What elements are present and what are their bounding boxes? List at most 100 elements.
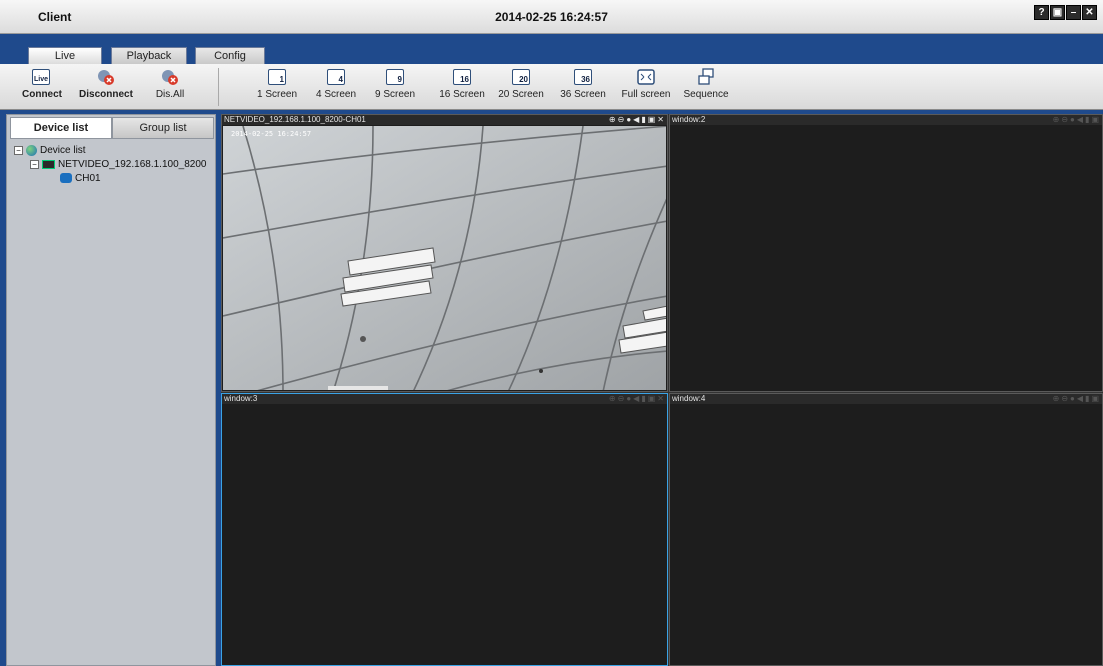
video-pane-1-title: NETVIDEO_192.168.1.100_8200-CH01 <box>224 115 366 124</box>
video-pane-1-header: NETVIDEO_192.168.1.100_8200-CH01 <box>222 115 667 125</box>
one-screen-button[interactable]: 1 1 Screen <box>254 68 300 100</box>
camera-icon <box>60 173 72 183</box>
video-pane-4-title: window:4 <box>672 394 706 403</box>
video-pane-3[interactable]: window:3 ⊕ ⊖ ● ◀ ▮ ▣ ✕ <box>221 393 668 666</box>
nine-screen-label: 9 Screen <box>374 89 416 100</box>
snapshot-icon[interactable]: ▣ <box>648 115 656 125</box>
video-pane-2-title: window:2 <box>672 115 706 124</box>
video-grid: NETVIDEO_192.168.1.100_8200-CH01 ⊕ ⊖ ● ◀… <box>221 114 1103 666</box>
video-pane-1[interactable]: NETVIDEO_192.168.1.100_8200-CH01 ⊕ ⊖ ● ◀… <box>221 114 668 392</box>
tab-config[interactable]: Config <box>195 47 265 64</box>
zoom-in-icon[interactable]: ⊕ <box>1053 115 1060 125</box>
speaker-icon[interactable]: ◀ <box>1077 115 1083 125</box>
video-pane-4-header: window:4 <box>670 394 1102 404</box>
sequence-label: Sequence <box>683 89 729 100</box>
fullscreen-label: Full screen <box>621 89 671 100</box>
device-panel: Device list Group list − Device list − N… <box>6 114 216 666</box>
twenty-screen-label: 20 Screen <box>498 89 544 100</box>
fullscreen-button[interactable]: Full screen <box>620 68 672 100</box>
video-pane-3-title: window:3 <box>224 394 258 403</box>
disconnect-all-icon <box>161 68 179 86</box>
video-pane-4[interactable]: window:4 ⊕ ⊖ ● ◀ ▮ ▣ <box>669 393 1103 666</box>
tree-device[interactable]: − NETVIDEO_192.168.1.100_8200 <box>10 157 214 171</box>
toolbar: Live Connect Disconnect Dis.All 1 1 Scre… <box>0 64 1103 110</box>
close-icon[interactable]: ✕ <box>657 115 664 125</box>
globe-icon <box>26 144 37 156</box>
main-tab-bar: Live Playback Config <box>0 34 1103 64</box>
zoom-in-icon[interactable]: ⊕ <box>609 115 616 125</box>
live-icon: Live <box>32 68 50 86</box>
tree-root[interactable]: − Device list <box>10 143 214 157</box>
video-pane-3-header: window:3 <box>222 394 667 404</box>
microphone-icon[interactable]: ● <box>626 115 631 125</box>
tab-device-list[interactable]: Device list <box>10 117 112 139</box>
close-icon[interactable]: ✕ <box>1082 5 1097 20</box>
video-pane-2-header: window:2 <box>670 115 1102 125</box>
toolbar-divider <box>218 68 219 106</box>
sequence-icon <box>697 68 715 86</box>
zoom-out-icon[interactable]: ⊖ <box>1061 115 1068 125</box>
disconnect-icon <box>97 68 115 86</box>
twenty-screen-icon: 20 <box>512 68 530 86</box>
microphone-icon[interactable]: ● <box>1070 115 1075 125</box>
video-pane-1-controls: ⊕ ⊖ ● ◀ ▮ ▣ ✕ <box>609 115 664 125</box>
tree-channel[interactable]: CH01 <box>10 171 214 185</box>
video-pane-2-controls: ⊕ ⊖ ● ◀ ▮ ▣ <box>1053 115 1099 125</box>
speaker-icon[interactable]: ◀ <box>633 115 639 125</box>
four-screen-button[interactable]: 4 4 Screen <box>313 68 359 100</box>
tab-live[interactable]: Live <box>28 47 102 64</box>
close-icon[interactable]: ✕ <box>657 394 664 404</box>
collapse-icon[interactable]: − <box>14 145 23 155</box>
sixteen-screen-button[interactable]: 16 16 Screen <box>437 68 487 100</box>
video-pane-2[interactable]: window:2 ⊕ ⊖ ● ◀ ▮ ▣ <box>669 114 1103 392</box>
snapshot-icon[interactable]: ▣ <box>1091 115 1099 125</box>
tree-root-label: Device list <box>40 144 86 156</box>
disconnect-all-button[interactable]: Dis.All <box>152 68 188 100</box>
lock-icon[interactable]: ▣ <box>1050 5 1065 20</box>
record-icon[interactable]: ▮ <box>641 115 645 125</box>
zoom-out-icon[interactable]: ⊖ <box>618 394 625 404</box>
record-icon[interactable]: ▮ <box>641 394 645 404</box>
collapse-icon[interactable]: − <box>30 159 39 169</box>
thirtysix-screen-label: 36 Screen <box>560 89 606 100</box>
sequence-button[interactable]: Sequence <box>683 68 729 100</box>
nine-screen-button[interactable]: 9 9 Screen <box>372 68 418 100</box>
fullscreen-icon <box>637 68 655 86</box>
zoom-out-icon[interactable]: ⊖ <box>1061 394 1068 404</box>
connect-button[interactable]: Live Connect <box>22 68 62 100</box>
speaker-icon[interactable]: ◀ <box>633 394 639 404</box>
minimize-icon[interactable]: – <box>1066 5 1081 20</box>
sixteen-screen-icon: 16 <box>453 68 471 86</box>
zoom-in-icon[interactable]: ⊕ <box>1053 394 1060 404</box>
microphone-icon[interactable]: ● <box>626 394 631 404</box>
snapshot-icon[interactable]: ▣ <box>1091 394 1099 404</box>
speaker-icon[interactable]: ◀ <box>1077 394 1083 404</box>
thirtysix-screen-button[interactable]: 36 36 Screen <box>558 68 608 100</box>
tree-device-label: NETVIDEO_192.168.1.100_8200 <box>58 158 207 170</box>
window-controls: ? ▣ – ✕ <box>1034 5 1097 20</box>
sixteen-screen-label: 16 Screen <box>439 89 485 100</box>
record-icon[interactable]: ▮ <box>1085 115 1089 125</box>
zoom-in-icon[interactable]: ⊕ <box>609 394 616 404</box>
disconnect-all-label: Dis.All <box>155 89 185 100</box>
video-timestamp-osd: 2014-02-25 16:24:57 <box>231 130 312 138</box>
title-bar: Client 2014-02-25 16:24:57 ? ▣ – ✕ <box>0 0 1103 34</box>
clock-datetime: 2014-02-25 16:24:57 <box>495 10 608 24</box>
record-icon[interactable]: ▮ <box>1085 394 1089 404</box>
snapshot-icon[interactable]: ▣ <box>648 394 656 404</box>
twenty-screen-button[interactable]: 20 20 Screen <box>496 68 546 100</box>
thirtysix-screen-icon: 36 <box>574 68 592 86</box>
one-screen-label: 1 Screen <box>256 89 298 100</box>
tab-playback[interactable]: Playback <box>111 47 187 64</box>
microphone-icon[interactable]: ● <box>1070 394 1075 404</box>
dvr-icon <box>42 159 55 169</box>
one-screen-icon: 1 <box>268 68 286 86</box>
help-icon[interactable]: ? <box>1034 5 1049 20</box>
video-pane-4-controls: ⊕ ⊖ ● ◀ ▮ ▣ <box>1053 394 1099 404</box>
disconnect-button[interactable]: Disconnect <box>78 68 134 100</box>
device-panel-tabs: Device list Group list <box>10 117 214 139</box>
tab-group-list[interactable]: Group list <box>112 117 214 139</box>
zoom-out-icon[interactable]: ⊖ <box>618 115 625 125</box>
camera-feed: 2014-02-25 16:24:57 <box>223 126 666 390</box>
nine-screen-icon: 9 <box>386 68 404 86</box>
